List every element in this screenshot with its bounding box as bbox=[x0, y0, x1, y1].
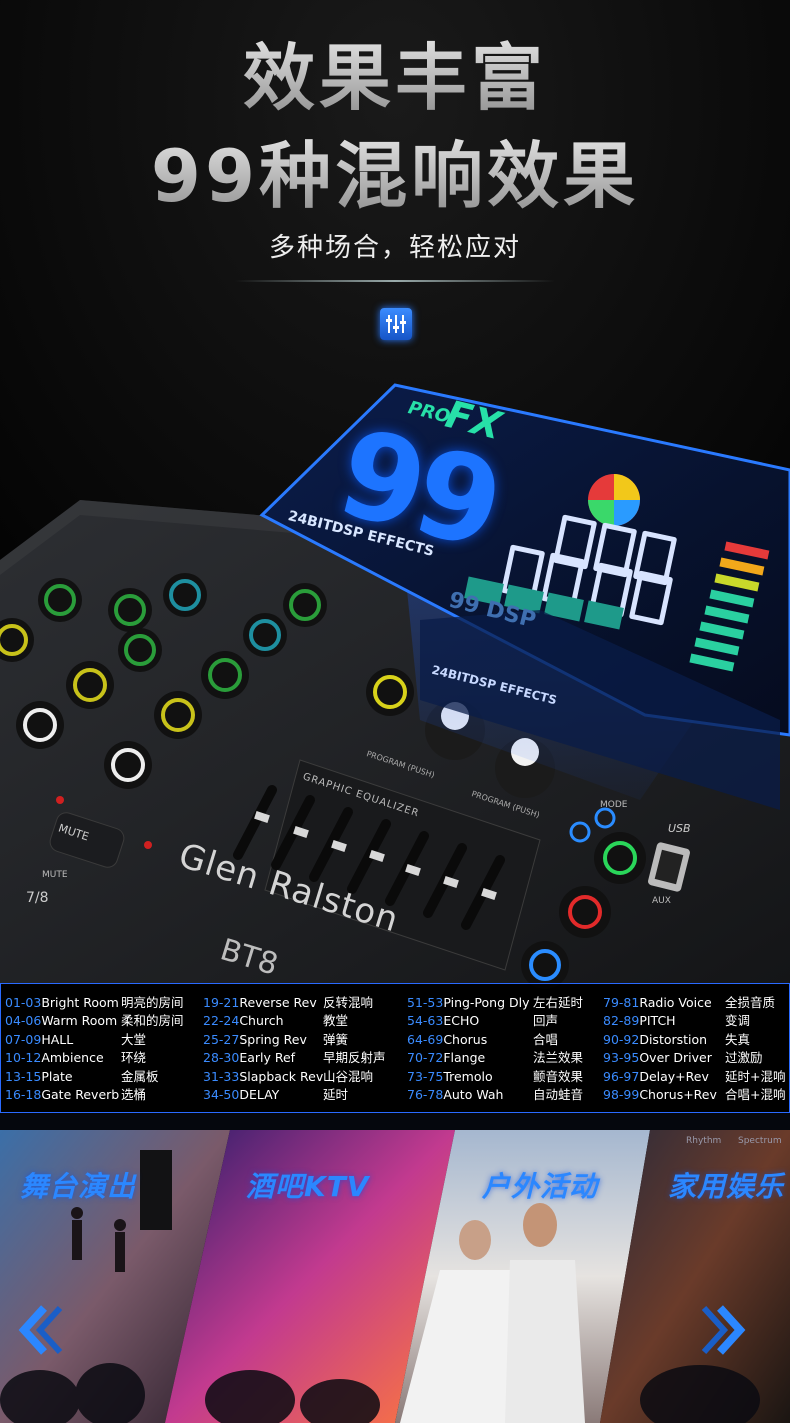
effect-row: 51-53Ping-Pong Dly 左右延时 bbox=[407, 995, 584, 1010]
channel-label: 7/8 bbox=[26, 890, 49, 906]
page-title: 效果丰富 bbox=[0, 30, 790, 126]
usb-label: USB bbox=[668, 822, 691, 835]
effect-row: 31-33Slapback Rev 山谷混响 bbox=[203, 1068, 374, 1084]
aux-label: AUX bbox=[652, 896, 671, 906]
effect-row: 70-72Flange 法兰效果 bbox=[407, 1050, 584, 1066]
effect-row: 54-63ECHO 回声 bbox=[407, 1013, 559, 1029]
scene-label-ktv: 酒吧KTV bbox=[246, 1170, 370, 1203]
effect-row: 10-12Ambience 环绕 bbox=[5, 1050, 147, 1066]
header-divider bbox=[235, 280, 555, 282]
chevron-left-icon[interactable] bbox=[14, 1300, 64, 1360]
effect-row: 13-15Plate 金属板 bbox=[5, 1068, 159, 1084]
effect-row: 25-27Spring Rev 弹簧 bbox=[203, 1031, 349, 1047]
screen-tab-rhythm: Rhythm bbox=[686, 1136, 722, 1146]
screen-tab-spectrum: Spectrum bbox=[738, 1136, 782, 1146]
effect-row: 73-75Tremolo 颤音效果 bbox=[407, 1068, 584, 1084]
effect-row: 76-78Auto Wah 自动蛙音 bbox=[407, 1086, 584, 1102]
scene-label-stage: 舞台演出 bbox=[20, 1170, 137, 1203]
effect-row: 96-97Delay+Rev 延时+混响 bbox=[603, 1068, 786, 1084]
effect-row: 90-92Distorstion 失真 bbox=[603, 1031, 751, 1047]
effect-row: 07-09HALL 大堂 bbox=[5, 1031, 147, 1047]
effect-row: 19-21Reverse Rev 反转混响 bbox=[203, 995, 374, 1010]
chevron-right-icon[interactable] bbox=[700, 1300, 750, 1360]
effect-row: 64-69Chorus 合唱 bbox=[407, 1031, 559, 1047]
effect-row: 98-99Chorus+Rev 合唱+混响 bbox=[603, 1086, 786, 1102]
effect-row: 79-81Radio Voice 全损音质 bbox=[603, 995, 776, 1010]
equalizer-icon bbox=[380, 308, 412, 340]
scene-label-home: 家用娱乐 bbox=[668, 1170, 785, 1203]
mute-label: MUTE bbox=[42, 870, 68, 880]
effect-row: 04-06Warm Room 柔和的房间 bbox=[5, 1013, 184, 1029]
effects-table: 01-03Bright Room 明亮的房间 04-06Warm Room 柔和的房… bbox=[0, 983, 790, 1113]
effect-row: 34-50DELAY 延时 bbox=[203, 1086, 349, 1102]
effect-row: 22-24Church 教堂 bbox=[203, 1013, 349, 1029]
effect-row: 28-30Early Ref 早期反射声 bbox=[203, 1050, 386, 1066]
scene-label-outdoor: 户外活动 bbox=[482, 1170, 599, 1203]
effect-row: 16-18Gate Reverb 选桶 bbox=[5, 1086, 147, 1102]
mode-label: MODE bbox=[600, 800, 628, 810]
effect-row: 01-03Bright Room 明亮的房间 bbox=[5, 995, 184, 1010]
page-title-secondary: 99种混响效果 bbox=[0, 128, 790, 224]
effect-row: 82-89PITCH 变调 bbox=[603, 1013, 751, 1029]
page-subtitle: 多种场合，轻松应对 bbox=[268, 233, 521, 263]
effect-row: 93-95Over Driver 过激励 bbox=[603, 1050, 763, 1066]
